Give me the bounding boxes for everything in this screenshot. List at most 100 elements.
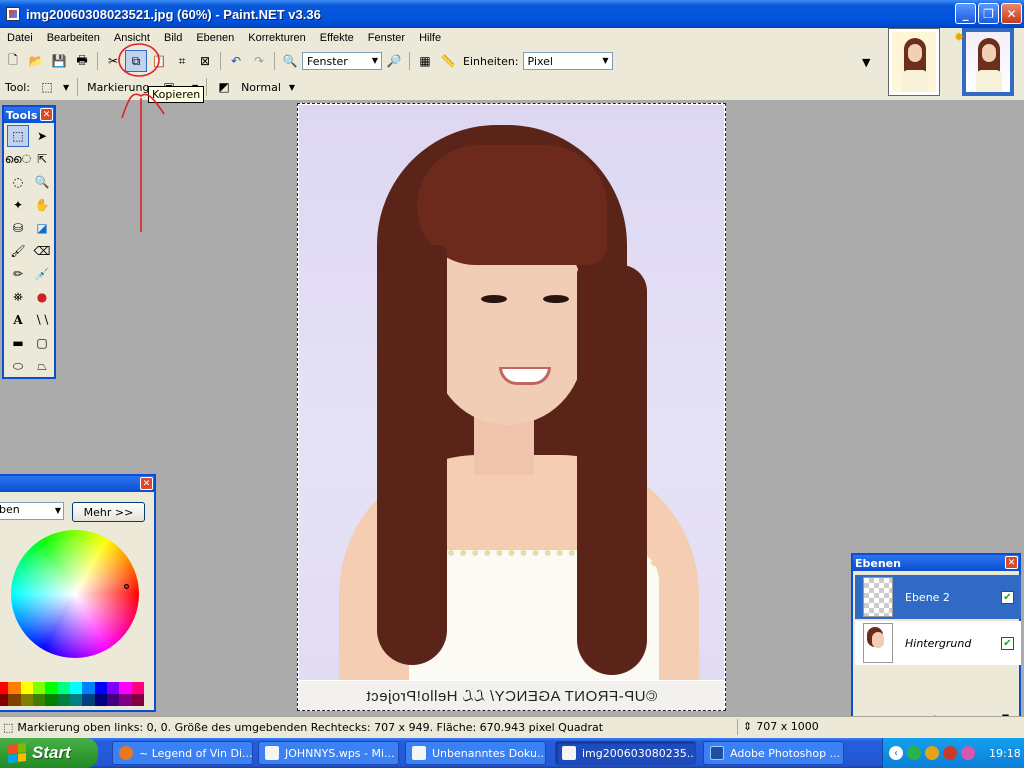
paint-bucket-tool-icon[interactable]: ⛁: [7, 217, 29, 239]
copy-icon[interactable]: ⧉: [125, 50, 147, 72]
tray-expand-icon[interactable]: ‹: [889, 746, 903, 760]
palette-swatch[interactable]: [119, 694, 132, 706]
color-target-select[interactable]: ben ▼: [0, 502, 64, 520]
palette-swatch[interactable]: [45, 694, 58, 706]
zoom-out-icon[interactable]: 🔍: [279, 50, 301, 72]
eraser-tool-icon[interactable]: ⌫: [31, 240, 53, 262]
image-thumbnail-active[interactable]: [962, 28, 1014, 96]
zoom-in-icon[interactable]: 🔎: [383, 50, 405, 72]
palette-swatch[interactable]: [45, 682, 58, 694]
chevron-down-icon[interactable]: ▼: [287, 76, 297, 98]
deselect-icon[interactable]: ⊠: [194, 50, 216, 72]
menu-korrekturen[interactable]: Korrekturen: [241, 32, 312, 44]
palette-swatch[interactable]: [119, 682, 132, 694]
palette-swatch[interactable]: [0, 682, 9, 694]
more-colors-button[interactable]: Mehr >>: [72, 502, 145, 522]
palette-swatch[interactable]: [32, 682, 46, 694]
palette-swatch[interactable]: [106, 682, 120, 694]
layer-visibility-checkbox[interactable]: ✔: [1001, 590, 1014, 604]
network-icon[interactable]: [907, 746, 921, 760]
image-thumbnail[interactable]: [888, 28, 940, 96]
layer-row-hintergrund[interactable]: Hintergrund ✔: [855, 621, 1021, 665]
recolor-tool-icon[interactable]: ●: [31, 286, 53, 308]
tools-close-button[interactable]: ✕: [40, 108, 53, 121]
new-file-icon[interactable]: 🗋: [2, 50, 24, 72]
rectangle-tool-icon[interactable]: ▬: [7, 332, 29, 354]
menu-ebenen[interactable]: Ebenen: [189, 32, 241, 44]
freeform-shape-tool-icon[interactable]: ⏢: [31, 355, 53, 377]
zoom-tool-icon[interactable]: 🔍: [31, 171, 53, 193]
menu-bearbeiten[interactable]: Bearbeiten: [40, 32, 107, 44]
ellipse-tool-icon[interactable]: ⬭: [7, 355, 29, 377]
text-tool-icon[interactable]: A: [7, 309, 29, 331]
palette-swatch[interactable]: [131, 682, 144, 694]
palette-swatch[interactable]: [106, 694, 120, 706]
palette-swatch[interactable]: [94, 694, 107, 706]
gradient-tool-icon[interactable]: ◪: [31, 217, 53, 239]
paintbrush-tool-icon[interactable]: 🖌: [7, 240, 29, 262]
color-picker-tool-icon[interactable]: 💉: [31, 263, 53, 285]
clone-stamp-tool-icon[interactable]: ⛯: [7, 286, 29, 308]
crop-icon[interactable]: ⌗: [171, 50, 193, 72]
undo-icon[interactable]: ↶: [225, 50, 247, 72]
palette-swatch[interactable]: [20, 682, 33, 694]
taskbar-item-firefox[interactable]: ~ Legend of Vin Di...: [112, 741, 253, 765]
menu-fenster[interactable]: Fenster: [361, 32, 412, 44]
palette-swatch[interactable]: [8, 682, 21, 694]
taskbar-item-paintnet[interactable]: img200603080235...: [555, 741, 696, 765]
menu-hilfe[interactable]: Hilfe: [412, 32, 448, 44]
palette-swatch[interactable]: [20, 694, 33, 706]
messenger-icon[interactable]: [961, 746, 975, 760]
blend-mode-value[interactable]: Normal: [238, 81, 284, 94]
palette-swatch[interactable]: [57, 682, 70, 694]
volume-icon[interactable]: [943, 746, 957, 760]
paste-icon[interactable]: 📋: [148, 50, 170, 72]
line-curve-tool-icon[interactable]: ∖∖: [31, 309, 53, 331]
colors-close-button[interactable]: ✕: [140, 477, 153, 490]
cut-icon[interactable]: ✂: [102, 50, 124, 72]
menu-datei[interactable]: Datei: [0, 32, 40, 44]
ellipse-select-tool-icon[interactable]: ◌: [7, 171, 29, 193]
tools-window-titlebar[interactable]: Tools ✕: [4, 107, 54, 123]
rectangle-select-icon[interactable]: ⬚: [36, 76, 58, 98]
zoom-select[interactable]: Fenster ▼: [302, 52, 382, 70]
image-canvas[interactable]: ©UP-FRONT AGENCY/ ℒℒ Hello!Project: [297, 103, 726, 711]
layer-row-ebene-2[interactable]: Ebene 2 ✔: [855, 575, 1021, 619]
menu-effekte[interactable]: Effekte: [313, 32, 361, 44]
palette-swatch[interactable]: [94, 682, 107, 694]
rounded-rectangle-tool-icon[interactable]: ▢: [31, 332, 53, 354]
palette-swatch[interactable]: [131, 694, 144, 706]
redo-icon[interactable]: ↷: [248, 50, 270, 72]
chevron-down-icon[interactable]: ▼: [61, 76, 71, 98]
pencil-tool-icon[interactable]: ✏: [7, 263, 29, 285]
maximize-button[interactable]: ❐: [978, 3, 999, 24]
palette-swatch[interactable]: [0, 694, 9, 706]
lasso-tool-icon[interactable]: ൈ: [5, 148, 31, 170]
palette-swatch[interactable]: [69, 682, 83, 694]
taskbar-item-document[interactable]: Unbenanntes Doku...: [405, 741, 546, 765]
palette-swatch[interactable]: [8, 694, 21, 706]
palette-swatch[interactable]: [69, 694, 83, 706]
taskbar-item-photoshop[interactable]: Adobe Photoshop ...: [703, 741, 844, 765]
magic-wand-tool-icon[interactable]: ✦: [7, 194, 29, 216]
rulers-icon[interactable]: 📏: [437, 50, 459, 72]
palette-swatch[interactable]: [82, 682, 95, 694]
minimize-button[interactable]: _: [955, 3, 976, 24]
units-select[interactable]: Pixel ▼: [522, 52, 613, 70]
save-icon[interactable]: 💾: [48, 50, 70, 72]
pan-hand-tool-icon[interactable]: ✋: [31, 194, 53, 216]
menu-ansicht[interactable]: Ansicht: [107, 32, 157, 44]
grid-icon[interactable]: ▦: [414, 50, 436, 72]
globe-icon[interactable]: [925, 746, 939, 760]
thumbnails-menu-icon[interactable]: ▼: [862, 56, 870, 69]
color-wheel-marker[interactable]: [124, 584, 129, 589]
menu-bild[interactable]: Bild: [157, 32, 189, 44]
palette-swatch[interactable]: [57, 694, 70, 706]
print-icon[interactable]: 🖶: [71, 50, 93, 72]
rectangle-select-tool-icon[interactable]: ⬚: [7, 125, 29, 147]
palette-swatch[interactable]: [82, 694, 95, 706]
layers-close-button[interactable]: ✕: [1005, 556, 1018, 569]
title-bar[interactable]: img20060308023521.jpg (60%) - Paint.NET …: [0, 0, 1024, 28]
move-selected-tool-icon[interactable]: ⇱: [31, 148, 53, 170]
layer-visibility-checkbox[interactable]: ✔: [1001, 636, 1014, 650]
